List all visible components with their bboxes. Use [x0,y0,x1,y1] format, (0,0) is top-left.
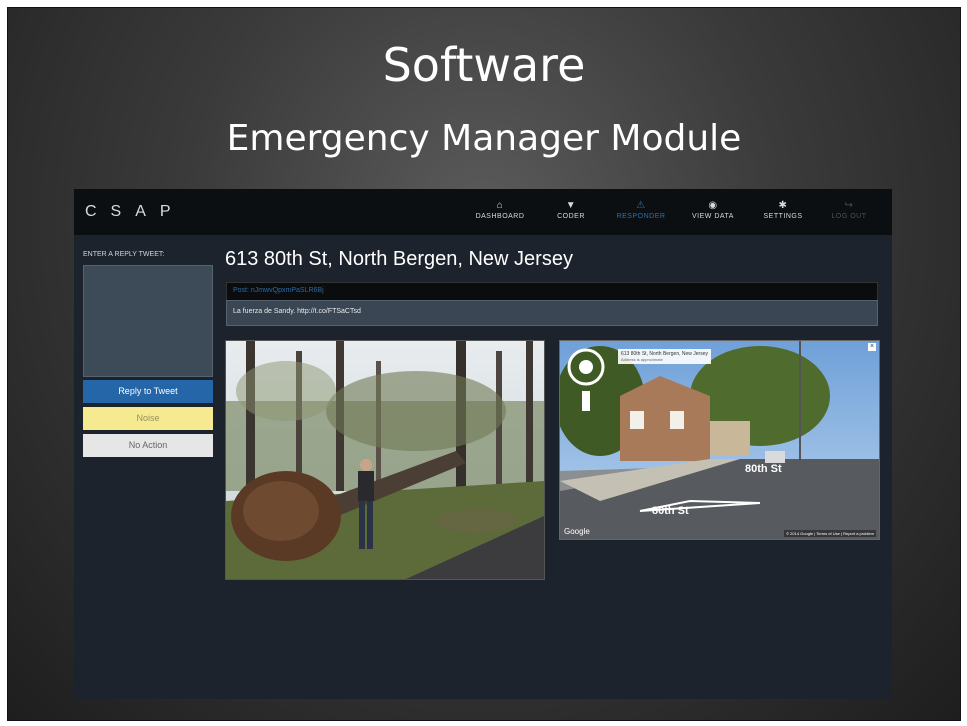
nav-logout-label: LOG OUT [831,213,867,220]
post-link[interactable]: Post: nJmwvQpxmPaSLR6Bj [233,287,324,294]
post-text: La fuerza de Sandy. http://t.co/FTSaCTsd [233,308,361,315]
nav-responder-label: RESPONDER [616,213,666,220]
nav-settings-label: SETTINGS [763,213,803,220]
nav-dashboard[interactable]: ⌂ DASHBOARD [465,199,535,220]
nav-coder-label: CODER [557,213,585,220]
funnel-icon: ▼ [565,200,577,211]
street-view-image [560,341,879,539]
street-view[interactable]: 613 80th St, North Bergen, New Jersey Ad… [559,340,880,540]
reply-to-tweet-button[interactable]: Reply to Tweet [83,380,213,403]
noise-button[interactable]: Noise [83,407,213,430]
logout-icon: ↪ [844,200,854,211]
tweet-photo-image [226,341,544,579]
slide: Software Emergency Manager Module CSAP ⌂… [7,7,961,721]
google-logo: Google [564,527,590,536]
slide-title: Software [382,38,586,92]
reply-tweet-input[interactable] [83,265,213,377]
street-view-address: 613 80th St, North Bergen, New Jersey Ad… [618,349,711,364]
street-view-address-note: Address is approximate [621,357,663,362]
home-icon: ⌂ [496,200,504,211]
navbar: CSAP ⌂ DASHBOARD ▼ CODER ⚠ RESPONDER ◉ V… [74,189,892,235]
street-label-2: 80th St [652,505,689,517]
nav-responder[interactable]: ⚠ RESPONDER [606,199,676,220]
close-icon[interactable]: × [868,343,876,351]
app-window: CSAP ⌂ DASHBOARD ▼ CODER ⚠ RESPONDER ◉ V… [74,189,892,699]
nav-settings[interactable]: ✱ SETTINGS [748,199,818,220]
warning-icon: ⚠ [636,200,646,211]
street-label-1: 80th St [745,463,782,475]
gear-icon: ✱ [778,200,788,211]
page-title: 613 80th St, North Bergen, New Jersey [225,248,573,270]
eye-icon: ◉ [708,200,718,211]
nav-view-data-label: VIEW DATA [692,213,734,220]
slide-subtitle: Emergency Manager Module [226,118,742,159]
logo: CSAP [85,203,185,220]
post-header: Post: nJmwvQpxmPaSLR6Bj [226,282,878,301]
nav-logout[interactable]: ↪ LOG OUT [814,199,884,220]
nav-view-data[interactable]: ◉ VIEW DATA [678,199,748,220]
post-body: La fuerza de Sandy. http://t.co/FTSaCTsd [226,300,878,326]
reply-label: ENTER A REPLY TWEET: [83,251,165,258]
street-view-footer: © 2014 Google | Terms of Use | Report a … [784,530,876,537]
tweet-photo[interactable] [225,340,545,580]
nav-coder[interactable]: ▼ CODER [536,199,606,220]
nav-dashboard-label: DASHBOARD [475,213,525,220]
no-action-button[interactable]: No Action [83,434,213,457]
